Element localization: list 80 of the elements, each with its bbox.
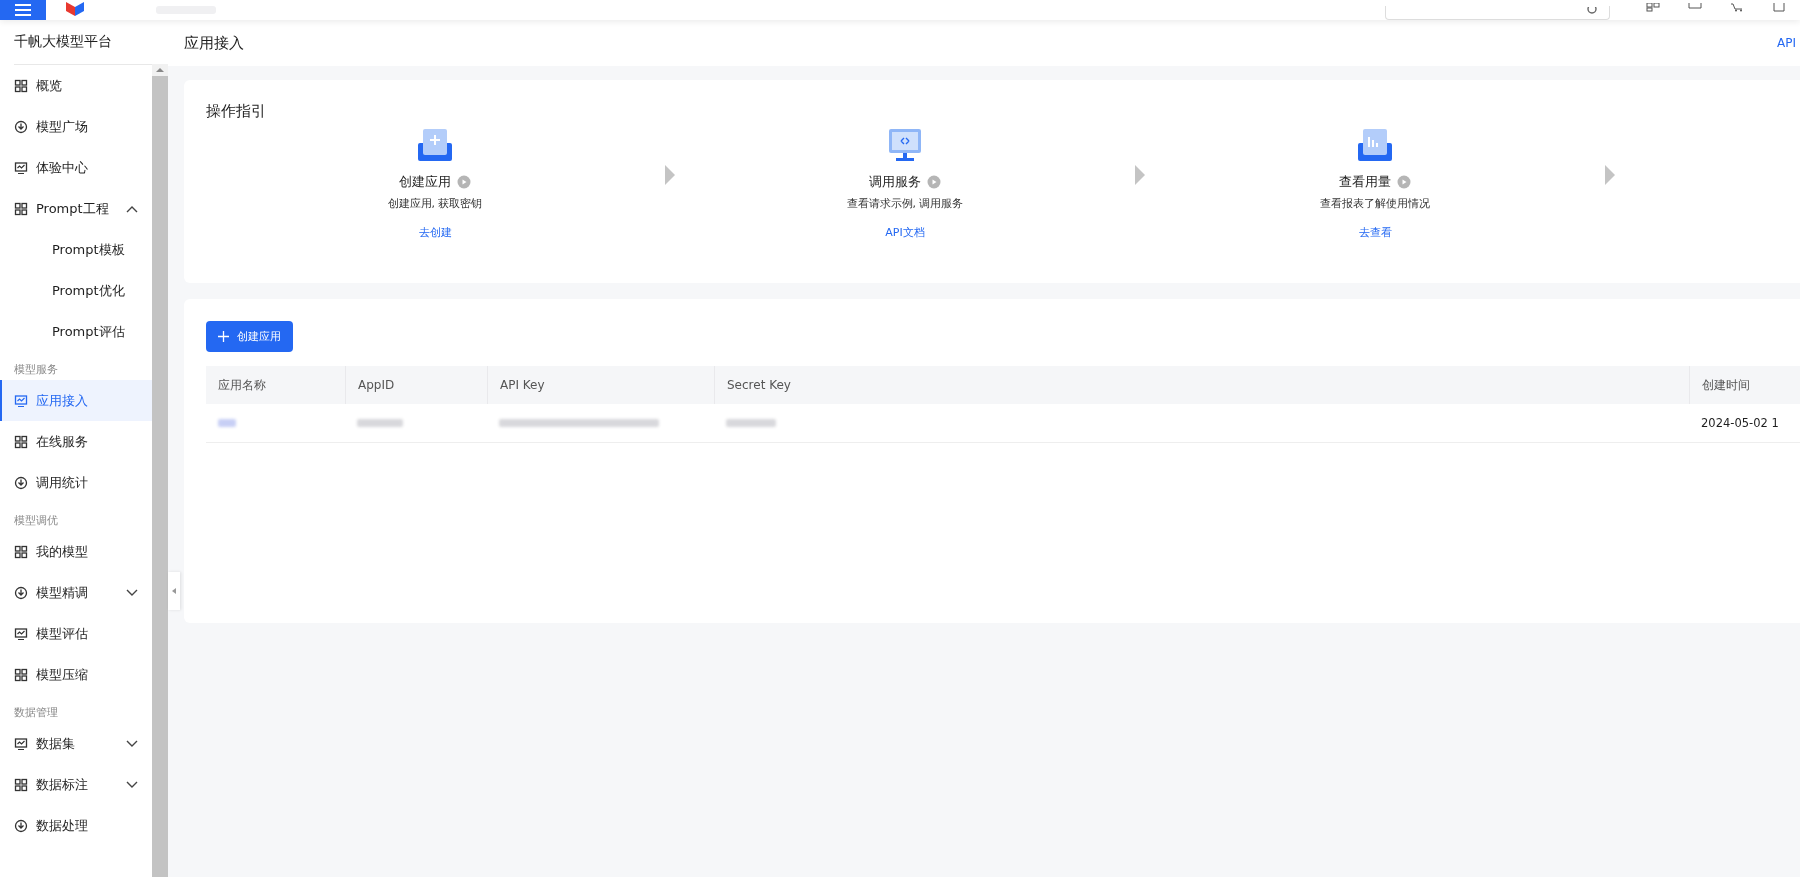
- cart-icon[interactable]: [1730, 3, 1744, 12]
- sidebar-item[interactable]: 模型广场: [0, 106, 152, 147]
- play-icon[interactable]: [457, 175, 471, 189]
- section-label: 模型调优: [13, 513, 59, 529]
- step-description: 创建应用, 获取密钥: [387, 196, 483, 211]
- sidebar-subitem[interactable]: Prompt评估: [0, 311, 152, 352]
- menu-item-icon: [14, 585, 28, 600]
- sidebar-item[interactable]: 应用接入: [0, 380, 152, 421]
- sidebar-subitem[interactable]: Prompt模板: [0, 229, 152, 270]
- menu-item-icon: [14, 393, 28, 408]
- section-label: 数据管理: [13, 705, 59, 721]
- sidebar-item[interactable]: 调用统计: [0, 462, 152, 503]
- logo-icon: [64, 2, 86, 16]
- sidebar-item[interactable]: 数据处理: [0, 805, 152, 846]
- sidebar-item[interactable]: 模型评估: [0, 613, 152, 654]
- step-link[interactable]: 去查看: [1358, 225, 1392, 240]
- sidebar-item[interactable]: 模型精调: [0, 572, 152, 613]
- menu-item-icon: [14, 475, 28, 490]
- menu-item-icon: [14, 160, 28, 175]
- sidebar-subitem[interactable]: Prompt优化: [0, 270, 152, 311]
- menu-item-icon: [14, 777, 28, 792]
- menu-item-icon: [14, 78, 28, 93]
- chevron-right-icon: [1604, 165, 1616, 185]
- create-app-button[interactable]: 创建应用: [206, 321, 293, 352]
- step-title: 创建应用: [399, 173, 451, 191]
- menu-item-icon: [14, 818, 28, 833]
- column-header: Secret Key: [727, 378, 791, 392]
- step-title: 查看用量: [1339, 173, 1391, 191]
- api-link[interactable]: API: [1777, 36, 1796, 50]
- sidebar-item[interactable]: 体验中心: [0, 147, 152, 188]
- sidebar-item[interactable]: 数据集: [0, 723, 152, 764]
- page-title: 应用接入: [184, 33, 244, 53]
- card-title: 操作指引: [206, 102, 267, 121]
- menu-item-icon: [14, 201, 28, 216]
- sidebar-item[interactable]: Prompt工程: [0, 188, 152, 229]
- step-description: 查看报表了解使用情况: [1320, 196, 1430, 211]
- menu-item-icon: [14, 119, 28, 134]
- redacted-text: [218, 419, 236, 427]
- plus-icon: [218, 331, 229, 342]
- section-label: 模型服务: [13, 362, 59, 378]
- step-title: 调用服务: [869, 173, 921, 191]
- step-link[interactable]: API文档: [885, 225, 925, 240]
- menu-item-icon: [14, 736, 28, 751]
- menu-item-icon: [14, 434, 28, 449]
- chevron-down-icon: [126, 588, 138, 597]
- column-header: API Key: [500, 378, 545, 392]
- play-icon[interactable]: [927, 175, 941, 189]
- column-header: 应用名称: [218, 376, 266, 394]
- column-header: AppID: [358, 378, 395, 392]
- collapse-handle[interactable]: [168, 572, 180, 610]
- menu-item-icon: [14, 626, 28, 641]
- caret-left-icon: [172, 588, 176, 594]
- bar-chart-window-icon: [1357, 127, 1393, 163]
- scrollbar[interactable]: [152, 64, 168, 877]
- chevron-right-icon: [664, 165, 676, 185]
- sidebar-item[interactable]: 我的模型: [0, 531, 152, 572]
- sidebar-item[interactable]: 数据标注: [0, 764, 152, 805]
- menu-item-icon: [14, 544, 28, 559]
- table-cell: 2024-05-02 1: [1701, 416, 1779, 430]
- column-header: 创建时间: [1702, 376, 1750, 394]
- chevron-right-icon: [1134, 165, 1146, 185]
- step-description: 查看请求示例, 调用服务: [846, 196, 964, 211]
- grid-icon[interactable]: [1646, 3, 1660, 12]
- step-link[interactable]: 去创建: [418, 225, 452, 240]
- play-icon[interactable]: [1397, 175, 1411, 189]
- chevron-down-icon: [126, 780, 138, 789]
- menu-item-icon: [14, 667, 28, 682]
- sidebar-item[interactable]: 概览: [0, 65, 152, 106]
- scroll-up-icon[interactable]: [156, 67, 164, 73]
- redacted-text: [357, 419, 403, 427]
- monitor-code-icon: [887, 127, 923, 163]
- menu-icon: [15, 4, 31, 16]
- sidebar-item[interactable]: 在线服务: [0, 421, 152, 462]
- sidebar-title: 千帆大模型平台: [14, 20, 152, 65]
- add-window-icon: [417, 127, 453, 163]
- chevron-up-icon: [126, 204, 138, 213]
- sidebar-item[interactable]: 模型压缩: [0, 654, 152, 695]
- menu-button[interactable]: [0, 0, 46, 20]
- chevron-down-icon: [126, 739, 138, 748]
- redacted-text: [726, 419, 776, 427]
